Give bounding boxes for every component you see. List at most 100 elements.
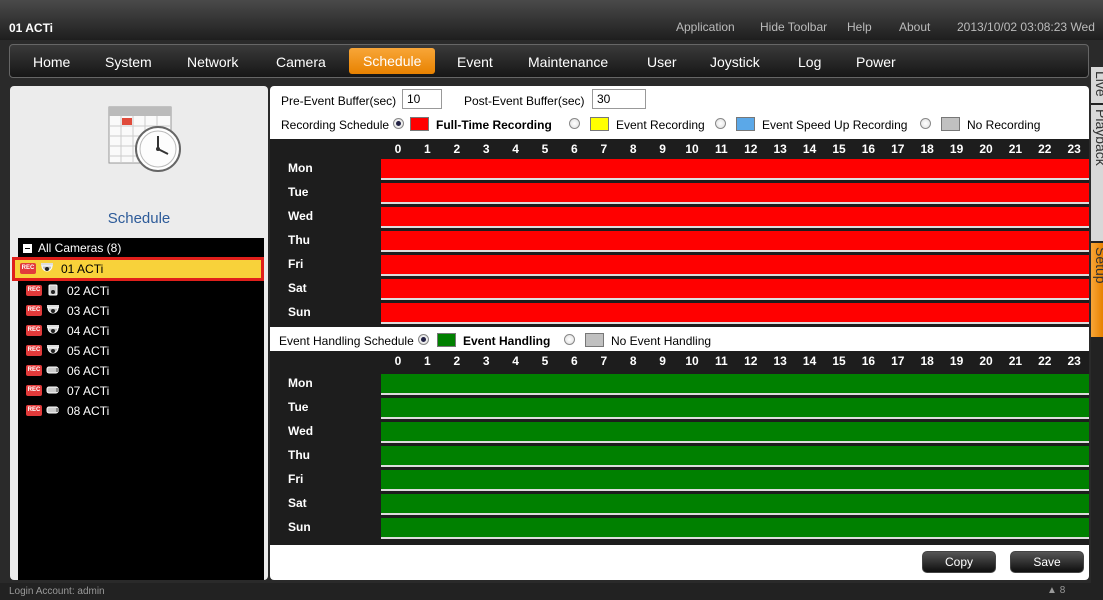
day-label: Tue (288, 185, 309, 199)
hour-label: 23 (1067, 354, 1081, 368)
copy-button[interactable]: Copy (922, 551, 996, 573)
camera-label: 01 ACTi (61, 262, 104, 276)
day-label: Thu (288, 448, 310, 462)
day-schedule-bar[interactable] (381, 303, 1089, 324)
camera-item[interactable]: REC 04 ACTi (18, 321, 264, 341)
event-recording-swatch[interactable] (590, 117, 609, 131)
day-label: Wed (288, 424, 314, 438)
camera-item[interactable]: REC 01 ACTi (12, 257, 264, 281)
camera-tree: All Cameras (8) REC 01 ACTi REC 02 ACTi REC 0… (12, 238, 264, 580)
window-title: 01 ACTi (9, 21, 54, 35)
save-button[interactable]: Save (1010, 551, 1084, 573)
nav-power[interactable]: Power (856, 54, 896, 70)
day-schedule-bar[interactable] (381, 374, 1089, 395)
event-speed-up-recording-swatch[interactable] (736, 117, 755, 131)
day-schedule-bar[interactable] (381, 255, 1089, 276)
no-event-handling-swatch[interactable] (585, 333, 604, 347)
hour-label: 5 (541, 354, 549, 368)
radio-no-recording[interactable] (920, 118, 931, 129)
nav-log[interactable]: Log (798, 54, 821, 70)
day-schedule-bar[interactable] (381, 279, 1089, 300)
hour-label: 23 (1067, 142, 1081, 156)
tab-setup[interactable]: Setup (1091, 243, 1103, 337)
rec-badge: REC (26, 405, 42, 416)
full-time-recording-label: Full-Time Recording (436, 118, 552, 132)
day-schedule-bar[interactable] (381, 422, 1089, 443)
full-time-recording-swatch[interactable] (410, 117, 429, 131)
rec-badge: REC (26, 285, 42, 296)
day-label: Thu (288, 233, 310, 247)
rec-badge: REC (26, 385, 42, 396)
rec-badge: REC (20, 263, 36, 274)
event-handling-swatch[interactable] (437, 333, 456, 347)
tab-live[interactable]: Live (1091, 67, 1103, 103)
nav-network[interactable]: Network (187, 54, 238, 70)
nav-system[interactable]: System (105, 54, 152, 70)
no-recording-label: No Recording (967, 118, 1041, 132)
day-schedule-bar[interactable] (381, 470, 1089, 491)
day-schedule-bar[interactable] (381, 231, 1089, 252)
collapse-icon[interactable] (23, 244, 32, 253)
hour-label: 1 (424, 142, 431, 156)
day-label: Fri (288, 472, 304, 486)
tree-root-all-cameras[interactable]: All Cameras (8) (23, 241, 121, 255)
camera-item[interactable]: REC 03 ACTi (18, 301, 264, 321)
nav-event[interactable]: Event (457, 54, 493, 70)
nav-schedule[interactable]: Schedule (349, 48, 436, 74)
day-schedule-bar[interactable] (381, 183, 1089, 204)
hour-label: 19 (949, 354, 964, 368)
post-event-buffer-label: Post-Event Buffer(sec) (464, 94, 585, 108)
pre-event-buffer-input[interactable] (402, 89, 442, 109)
hour-label: 3 (482, 142, 490, 156)
menu-help[interactable]: Help (847, 20, 872, 34)
camera-item[interactable]: REC 08 ACTi (18, 401, 264, 421)
nav-camera[interactable]: Camera (276, 54, 326, 70)
hour-label: 2 (453, 354, 461, 368)
day-schedule-bar[interactable] (381, 494, 1089, 515)
title-bar: 01 ACTi Application Hide Toolbar Help Ab… (0, 0, 1103, 40)
camera-item[interactable]: REC 07 ACTi (18, 381, 264, 401)
menu-application[interactable]: Application (676, 20, 735, 34)
bullet-camera-icon (46, 366, 59, 374)
nav-maintenance[interactable]: Maintenance (528, 54, 608, 70)
tab-playback[interactable]: Playback (1091, 105, 1103, 241)
hour-label: 12 (744, 142, 758, 156)
no-recording-swatch[interactable] (941, 117, 960, 131)
radio-event-speed-up-recording[interactable] (715, 118, 726, 129)
hour-label: 6 (571, 142, 578, 156)
day-label: Tue (288, 400, 309, 414)
hour-label: 20 (979, 354, 993, 368)
left-panel: Schedule All Cameras (8) REC 01 ACTi REC 02… (10, 86, 268, 580)
radio-full-time-recording[interactable] (393, 118, 404, 129)
hour-label: 1 (424, 354, 431, 368)
hour-label: 5 (541, 142, 549, 156)
dome-camera-icon (41, 263, 53, 272)
event-schedule-grid: 0 1 2 3 4 5 6 7 8 9 10 11 12 13 14 15 16 17 18 19 20 21 22 23 Mo… (270, 351, 1089, 545)
bullet-camera-icon (46, 386, 59, 394)
camera-label: 02 ACTi (67, 284, 110, 298)
hour-label: 11 (715, 354, 728, 368)
day-schedule-bar[interactable] (381, 446, 1089, 467)
day-schedule-bar[interactable] (381, 518, 1089, 539)
day-schedule-bar[interactable] (381, 207, 1089, 228)
hour-label: 14 (802, 354, 817, 368)
hour-label: 21 (1008, 354, 1023, 368)
post-event-buffer-input[interactable] (592, 89, 646, 109)
day-label: Sat (288, 281, 307, 295)
menu-hide-toolbar[interactable]: Hide Toolbar (760, 20, 827, 34)
day-label: Mon (288, 376, 313, 390)
nav-user[interactable]: User (647, 54, 677, 70)
day-schedule-bar[interactable] (381, 398, 1089, 419)
hour-label: 14 (802, 142, 817, 156)
nav-joystick[interactable]: Joystick (710, 54, 760, 70)
login-account: Login Account: admin (9, 586, 105, 597)
camera-item[interactable]: REC 02 ACTi (18, 281, 264, 301)
nav-home[interactable]: Home (33, 54, 70, 70)
camera-item[interactable]: REC 05 ACTi (18, 341, 264, 361)
radio-event-recording[interactable] (569, 118, 580, 129)
menu-about[interactable]: About (899, 20, 930, 34)
radio-event-handling[interactable] (418, 334, 429, 345)
radio-no-event-handling[interactable] (564, 334, 575, 345)
camera-item[interactable]: REC 06 ACTi (18, 361, 264, 381)
day-schedule-bar[interactable] (381, 159, 1089, 180)
